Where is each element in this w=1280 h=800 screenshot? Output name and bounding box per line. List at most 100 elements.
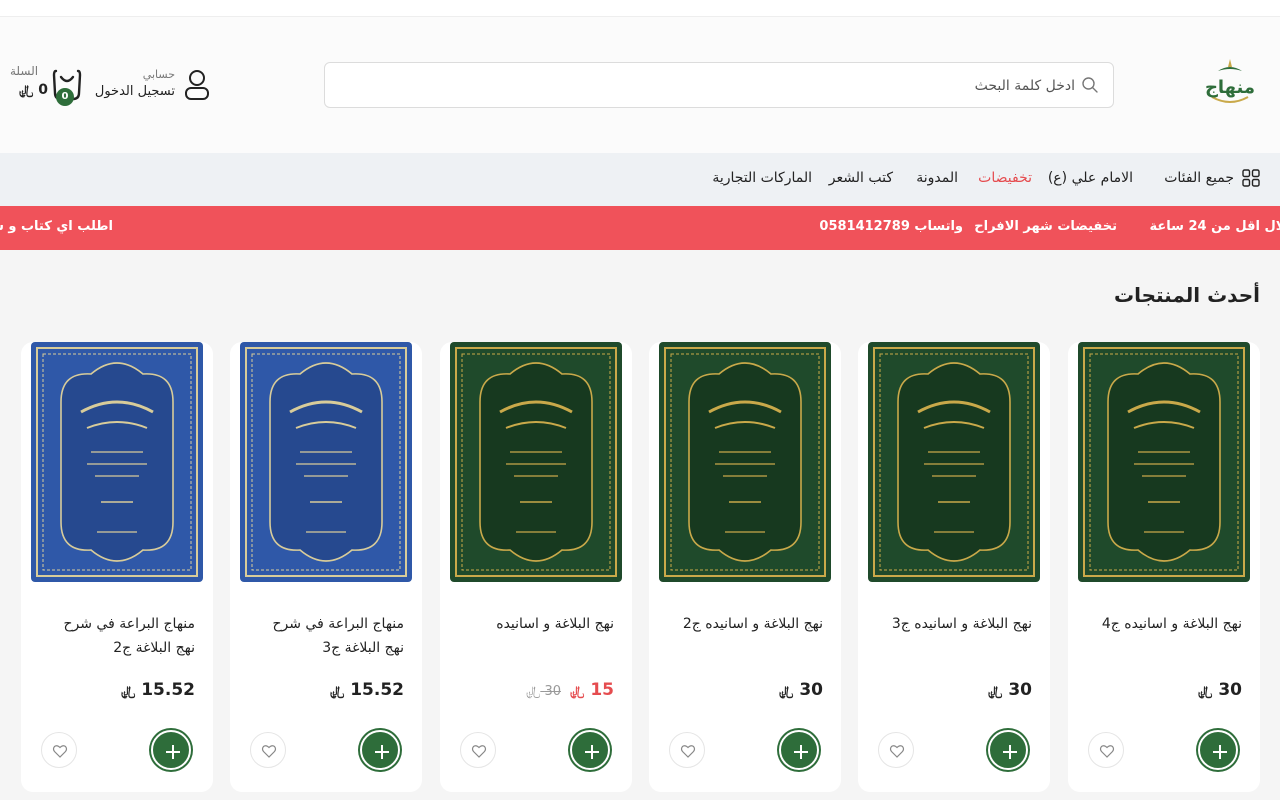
product-title[interactable]: نهج البلاغة و اسانيده ج4: [1092, 612, 1242, 636]
nav-item-blog[interactable]: المدونة: [916, 170, 958, 186]
site-logo[interactable]: منهاج: [1202, 57, 1258, 113]
cart-total-value: 0: [38, 82, 49, 98]
product-card[interactable]: منهاج البراعة في شرح نهج البلاغة ج2 15.5…: [21, 342, 213, 792]
product-price: 15.52 ﷼: [118, 680, 195, 700]
old-price-value: 30: [544, 684, 561, 699]
section-title: أحدث المنتجات: [1113, 283, 1260, 307]
header: منهاج حسابي تسجيل الدخول السلة 0 ﷼ 0: [0, 17, 1280, 153]
main-nav: جميع الفئات الامام علي (ع) تخفيضات المدو…: [0, 153, 1280, 206]
wishlist-button[interactable]: [460, 732, 496, 768]
login-label: تسجيل الدخول: [94, 84, 175, 99]
product-card[interactable]: نهج البلاغة و اسانيده ج3 30 ﷼: [858, 342, 1050, 792]
product-image[interactable]: [868, 342, 1040, 582]
book-cover-art: [659, 342, 831, 582]
product-card[interactable]: نهج البلاغة و اسانيده ج4 30 ﷼: [1068, 342, 1260, 792]
currency-icon: ﷼: [779, 684, 794, 699]
plus-icon: [166, 745, 180, 759]
all-categories-label: جميع الفئات: [1164, 170, 1234, 186]
all-categories-button[interactable]: جميع الفئات: [1164, 169, 1260, 187]
ticker-item: واتساب 0581412789: [819, 219, 963, 234]
currency-icon: ﷼: [525, 684, 541, 699]
product-image[interactable]: [31, 342, 203, 582]
product-image[interactable]: [450, 342, 622, 582]
nav-item-brands[interactable]: الماركات التجارية: [712, 170, 812, 186]
product-card[interactable]: منهاج البراعة في شرح نهج البلاغة ج3 15.5…: [230, 342, 422, 792]
top-strip: [0, 0, 1280, 17]
search-bar: [324, 62, 1114, 108]
product-price: 30 ﷼: [985, 680, 1032, 700]
product-image[interactable]: [1078, 342, 1250, 582]
add-to-cart-button[interactable]: [779, 730, 819, 770]
product-title[interactable]: نهج البلاغة و اسانيده ج2: [673, 612, 823, 636]
ticker-item: تخفيضات شهر الافراح: [974, 219, 1117, 234]
account-link[interactable]: حسابي تسجيل الدخول: [94, 67, 213, 107]
product-title[interactable]: نهج البلاغة و اسانيده: [464, 612, 614, 636]
add-to-cart-button[interactable]: [1198, 730, 1238, 770]
plus-icon: [794, 745, 808, 759]
heart-icon: [52, 745, 68, 758]
product-price: 15 ﷼30 ﷼: [523, 680, 614, 700]
ticker-item: خلال اقل من 24 ساعة: [1149, 219, 1280, 234]
product-image[interactable]: [240, 342, 412, 582]
wishlist-button[interactable]: [250, 732, 286, 768]
product-price: 30 ﷼: [1195, 680, 1242, 700]
product-title[interactable]: منهاج البراعة في شرح نهج البلاغة ج2: [45, 612, 195, 660]
wishlist-button[interactable]: [878, 732, 914, 768]
price-value: 30: [1218, 680, 1242, 700]
product-title[interactable]: منهاج البراعة في شرح نهج البلاغة ج3: [254, 612, 404, 660]
book-cover-art: [868, 342, 1040, 582]
cart-count-badge: 0: [56, 88, 74, 106]
search-input[interactable]: [375, 73, 1075, 99]
book-cover-art: [450, 342, 622, 582]
product-price: 15.52 ﷼: [327, 680, 404, 700]
heart-icon: [889, 745, 905, 758]
price-value: 30: [799, 680, 823, 700]
price-value: 15.52: [350, 680, 404, 700]
user-icon: [185, 70, 209, 100]
cart-total: 0 ﷼: [16, 82, 48, 98]
product-title[interactable]: نهج البلاغة و اسانيده ج3: [882, 612, 1032, 636]
currency-icon: ﷼: [120, 684, 136, 699]
wishlist-button[interactable]: [669, 732, 705, 768]
account-label: حسابي: [142, 68, 175, 81]
nav-item-imam-ali[interactable]: الامام علي (ع): [1048, 170, 1133, 186]
heart-icon: [261, 745, 277, 758]
wishlist-button[interactable]: [41, 732, 77, 768]
search-icon[interactable]: [1081, 76, 1099, 94]
currency-icon: ﷼: [988, 684, 1003, 699]
price-value: 15: [590, 680, 614, 700]
announcement-ticker: اطلب اي كتاب و سيتم واتساب 0581412789 تخ…: [0, 206, 1280, 250]
currency-icon: ﷼: [1198, 684, 1213, 699]
plus-icon: [585, 745, 599, 759]
currency-icon: ﷼: [570, 684, 585, 699]
heart-icon: [471, 745, 487, 758]
currency-icon: ﷼: [19, 83, 34, 98]
cart-button[interactable]: السلة 0 ﷼ 0: [8, 64, 88, 108]
price-value: 15.52: [141, 680, 195, 700]
logo-text: منهاج: [1205, 77, 1255, 98]
add-to-cart-button[interactable]: [151, 730, 191, 770]
add-to-cart-button[interactable]: [988, 730, 1028, 770]
nav-item-sales[interactable]: تخفيضات: [978, 170, 1032, 186]
book-cover-art: [1078, 342, 1250, 582]
product-card[interactable]: نهج البلاغة و اسانيده 15 ﷼30 ﷼: [440, 342, 632, 792]
heart-icon: [1099, 745, 1115, 758]
product-image[interactable]: [659, 342, 831, 582]
add-to-cart-button[interactable]: [360, 730, 400, 770]
product-card[interactable]: نهج البلاغة و اسانيده ج2 30 ﷼: [649, 342, 841, 792]
heart-icon: [680, 745, 696, 758]
add-to-cart-button[interactable]: [570, 730, 610, 770]
plus-icon: [1003, 745, 1017, 759]
nav-item-poetry-books[interactable]: كتب الشعر: [829, 170, 893, 186]
price-value: 30: [1008, 680, 1032, 700]
currency-icon: ﷼: [329, 684, 345, 699]
ticker-item: اطلب اي كتاب و سيتم: [0, 219, 113, 234]
book-cover-art: [31, 342, 203, 582]
book-cover-art: [240, 342, 412, 582]
wishlist-button[interactable]: [1088, 732, 1124, 768]
old-price: 30 ﷼: [523, 684, 561, 699]
plus-icon: [375, 745, 389, 759]
plus-icon: [1213, 745, 1227, 759]
product-price: 30 ﷼: [776, 680, 823, 700]
logo-icon: منهاج: [1205, 59, 1255, 103]
